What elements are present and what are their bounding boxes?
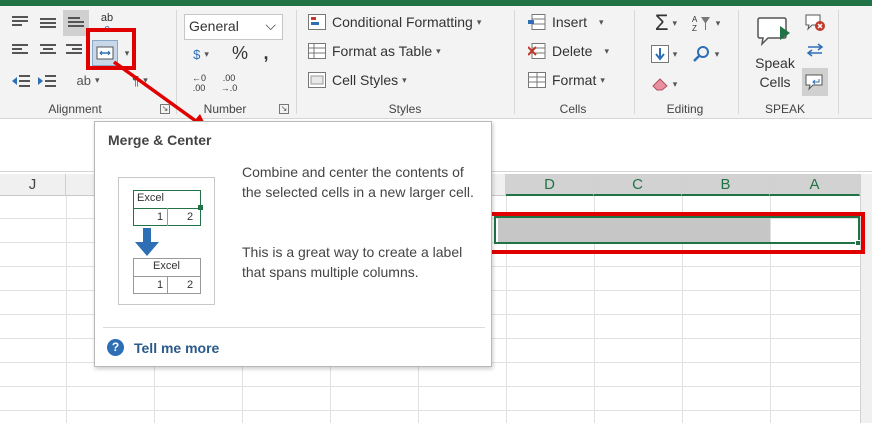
speak-cells-icon[interactable] (756, 16, 792, 48)
cell-styles-button[interactable]: Cell Styles ▾ (308, 72, 407, 88)
help-icon: ? (107, 339, 124, 356)
format-as-table-button[interactable]: Format as Table ▾ (308, 43, 441, 59)
column-header-a[interactable]: A (770, 174, 860, 196)
tooltip-description: Combine and center the contents of the s… (242, 164, 474, 200)
format-button[interactable]: Format ▾ (528, 72, 605, 88)
arrow-down-icon (135, 228, 159, 256)
stop-speaking-icon[interactable] (804, 12, 826, 32)
tooltip-divider (103, 327, 485, 328)
comma-style-button[interactable]: , (258, 42, 274, 64)
search-icon (692, 46, 709, 62)
insert-cells-icon (528, 14, 546, 30)
decrease-indent-icon[interactable] (10, 72, 32, 90)
conditional-formatting-button[interactable]: Conditional Formatting ▾ (308, 14, 481, 30)
delete-cells-icon (527, 43, 546, 59)
number-format-value: General (189, 18, 239, 34)
group-label-cells: Cells (559, 102, 587, 116)
group-label-speak: SPEAK (764, 102, 806, 116)
autosum-button[interactable]: Σ ▾ (646, 10, 686, 36)
group-separator (738, 10, 739, 114)
number-dialog-launcher[interactable]: ↘ (279, 104, 289, 114)
merge-center-illustration: Excel 1 2 Excel 1 2 (118, 177, 215, 305)
tooltip-title: Merge & Center (108, 132, 212, 148)
column-header-j[interactable]: J (0, 174, 66, 196)
group-separator (514, 10, 515, 114)
speak-cells-button[interactable]: Speak Cells (750, 54, 800, 92)
number-format-select[interactable]: General ⌵ (184, 14, 283, 40)
delete-button[interactable]: Delete ▾ (527, 43, 609, 59)
group-separator (296, 10, 297, 114)
insert-button[interactable]: Insert ▾ (528, 14, 604, 30)
sort-filter-button[interactable]: AZ ▾ (688, 10, 724, 36)
speak-by-rows-icon[interactable] (804, 40, 826, 60)
conditional-formatting-icon (308, 14, 326, 30)
orientation-icon[interactable]: ab ▾ (70, 70, 106, 90)
align-center-icon[interactable] (40, 44, 56, 56)
format-as-table-icon (308, 43, 326, 59)
fill-button[interactable]: ▾ (646, 42, 682, 66)
decrease-decimal-button[interactable]: .00 →.0 (216, 72, 242, 94)
group-separator (838, 10, 839, 114)
tell-me-more-label: Tell me more (134, 339, 220, 356)
tooltip-description-extra: This is a great way to create a label th… (242, 244, 463, 280)
align-top-icon[interactable] (12, 16, 28, 28)
fill-down-icon (650, 45, 669, 63)
svg-text:Z: Z (692, 24, 697, 32)
highlight-selected-range (471, 212, 865, 254)
clear-button[interactable]: ▾ (646, 72, 682, 96)
sort-filter-icon: AZ (692, 15, 710, 32)
tell-me-more-link[interactable]: ? Tell me more (107, 339, 219, 356)
sigma-icon: Σ (654, 10, 669, 35)
merge-center-tooltip: Merge & Center Excel 1 2 Excel 1 2 Combi… (94, 121, 492, 367)
group-label-alignment: Alignment (48, 102, 102, 116)
percent-style-button[interactable]: % (228, 42, 252, 64)
column-header-b[interactable]: B (682, 174, 770, 196)
column-header-c[interactable]: C (594, 174, 682, 196)
chevron-down-icon: ⌵ (265, 17, 276, 33)
increase-indent-icon[interactable] (36, 72, 58, 90)
group-label-styles: Styles (388, 102, 422, 116)
speak-on-enter-icon[interactable] (802, 68, 828, 96)
group-separator (634, 10, 635, 114)
group-label-editing: Editing (666, 102, 704, 116)
cell-styles-icon (308, 72, 326, 88)
align-left-icon[interactable] (12, 44, 28, 56)
align-middle-icon[interactable] (40, 18, 56, 30)
column-header-d[interactable]: D (506, 174, 594, 196)
format-cells-icon (528, 72, 546, 88)
align-right-icon[interactable] (66, 44, 82, 56)
find-select-button[interactable]: ▾ (688, 42, 724, 66)
svg-text:A: A (692, 15, 698, 24)
eraser-icon (652, 78, 668, 91)
